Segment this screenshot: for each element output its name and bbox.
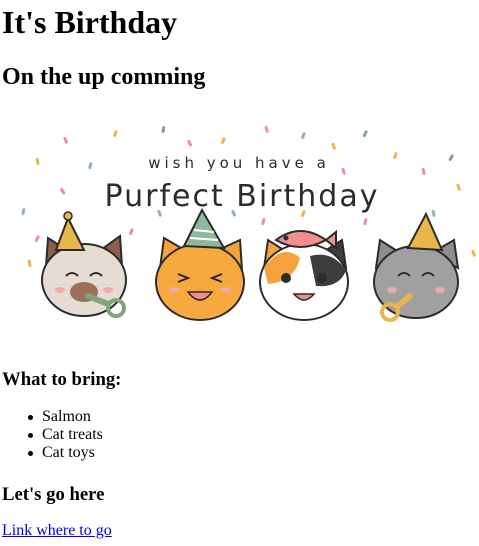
list-item: Salmon (28, 408, 103, 426)
list-item-label: Cat treats (42, 426, 103, 443)
bring-heading: What to bring: (2, 369, 122, 390)
bullet-icon (28, 451, 33, 456)
location-link[interactable]: Link where to go (2, 522, 112, 540)
banner-tagline: wish you have a (148, 154, 330, 172)
bullet-icon (28, 415, 33, 420)
cream-cat (41, 211, 127, 318)
calico-cat (259, 229, 349, 321)
bring-list: Salmon Cat treats Cat toys (2, 408, 103, 462)
gray-cat (373, 211, 460, 322)
orange-cat (155, 207, 245, 321)
list-item: Cat treats (28, 426, 103, 444)
page-title: It's Birthday (2, 4, 178, 40)
list-item-label: Cat toys (42, 444, 95, 461)
list-item-label: Salmon (42, 408, 91, 425)
birthday-banner-image: wish you have a Purfect Birthday (21, 125, 476, 322)
banner-headline: Purfect Birthday (105, 179, 380, 214)
page-subtitle: On the up comming (2, 64, 206, 90)
list-item: Cat toys (28, 444, 103, 462)
location-heading: Let's go here (2, 484, 105, 505)
bullet-icon (28, 433, 33, 438)
